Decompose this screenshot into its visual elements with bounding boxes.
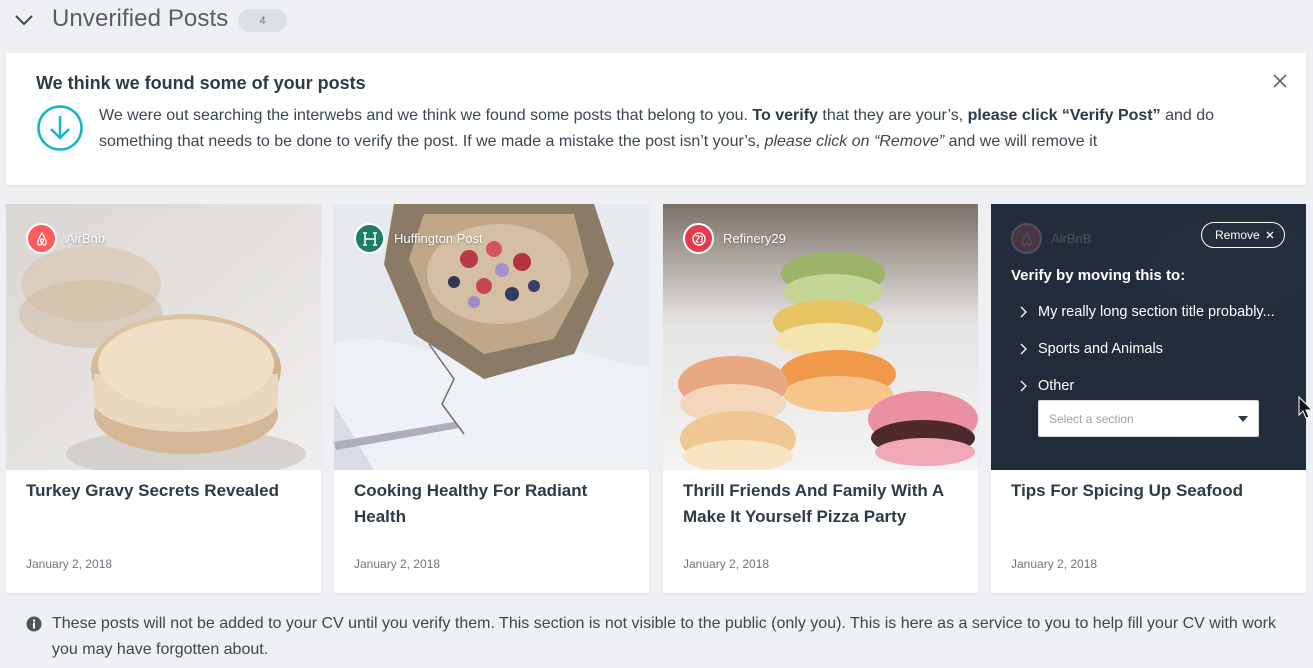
verify-option-label: Other	[1038, 378, 1075, 394]
notice-title: We think we found some of your posts	[36, 73, 366, 93]
post-image: AirBnb	[6, 204, 321, 470]
post-title[interactable]: Turkey Gravy Secrets Revealed	[26, 478, 306, 504]
mouse-cursor-icon	[1298, 395, 1313, 420]
remove-button[interactable]: Remove	[1201, 222, 1285, 248]
post-card[interactable]: AirBnB Remove Verify by moving this to: …	[991, 204, 1306, 593]
post-source-name: AirBnB	[1051, 231, 1092, 246]
post-image: Refinery29	[663, 204, 978, 470]
post-date: January 2, 2018	[26, 557, 113, 571]
section-select-placeholder: Select a section	[1049, 411, 1134, 426]
notice-body: We were out searching the interwebs and …	[99, 103, 1249, 155]
post-title[interactable]: Cooking Healthy For Radiant Health	[354, 478, 634, 530]
verify-option-label: Sports and Animals	[1038, 341, 1163, 357]
post-date: January 2, 2018	[683, 557, 770, 571]
notice-panel: We think we found some of your posts We …	[6, 53, 1306, 185]
notice-italic-remove: please click on “Remove”	[764, 133, 945, 150]
post-source: AirBnb	[26, 223, 105, 254]
post-source: AirBnB	[1011, 223, 1091, 254]
post-source-name: Huffington Post	[394, 231, 483, 246]
post-source-name: AirBnb	[66, 231, 106, 246]
refinery29-logo-icon	[683, 223, 714, 254]
huffington-post-logo-icon	[354, 223, 385, 254]
count-badge: 4	[238, 9, 287, 32]
chevron-right-icon	[1019, 306, 1033, 318]
notice-text: We were out searching the interwebs and …	[99, 107, 753, 124]
post-source: Huffington Post	[354, 223, 483, 254]
post-card[interactable]: Refinery29 Thrill Friends And Family Wit…	[663, 204, 978, 593]
verify-option-label: My really long section title probably...	[1038, 304, 1275, 320]
notice-text: and we will remove it	[944, 133, 1098, 150]
airbnb-logo-icon	[1011, 223, 1042, 254]
caret-down-icon	[1238, 416, 1248, 422]
close-icon[interactable]	[1271, 72, 1289, 90]
chevron-right-icon	[1019, 343, 1033, 355]
download-circle-icon	[36, 104, 84, 152]
notice-text: that they are your’s,	[817, 107, 968, 124]
notice-bold-click: please click “Verify Post”	[967, 107, 1161, 124]
notice-bold-verify: To verify	[752, 107, 818, 124]
post-image: AirBnB Remove Verify by moving this to: …	[991, 204, 1306, 470]
chevron-down-icon[interactable]	[13, 9, 35, 31]
verify-option-long-section[interactable]: My really long section title probably...	[1019, 300, 1289, 324]
verify-heading: Verify by moving this to:	[1011, 267, 1186, 284]
info-icon	[26, 616, 42, 632]
verify-overlay: AirBnB Remove Verify by moving this to: …	[991, 204, 1306, 470]
post-date: January 2, 2018	[1011, 557, 1098, 571]
verify-option-other[interactable]: Other	[1019, 374, 1289, 398]
post-date: January 2, 2018	[354, 557, 441, 571]
post-source-name: Refinery29	[723, 231, 786, 246]
chevron-right-icon	[1019, 380, 1033, 392]
post-source: Refinery29	[683, 223, 786, 254]
section-header: Unverified Posts 4	[0, 0, 1313, 40]
footnote-text: These posts will not be added to your CV…	[52, 615, 1276, 658]
close-icon	[1265, 229, 1275, 243]
post-card[interactable]: AirBnb Turkey Gravy Secrets Revealed Jan…	[6, 204, 321, 593]
remove-button-label: Remove	[1215, 228, 1260, 242]
post-card-grid: AirBnb Turkey Gravy Secrets Revealed Jan…	[0, 204, 1313, 593]
post-title[interactable]: Tips For Spicing Up Seafood	[1011, 478, 1291, 504]
verify-option-sports-animals[interactable]: Sports and Animals	[1019, 337, 1289, 361]
airbnb-logo-icon	[26, 223, 57, 254]
section-title: Unverified Posts	[52, 5, 229, 32]
post-card[interactable]: Huffington Post Cooking Healthy For Radi…	[334, 204, 649, 593]
post-image: Huffington Post	[334, 204, 649, 470]
section-select[interactable]: Select a section	[1038, 400, 1259, 437]
post-title[interactable]: Thrill Friends And Family With A Make It…	[683, 478, 963, 530]
